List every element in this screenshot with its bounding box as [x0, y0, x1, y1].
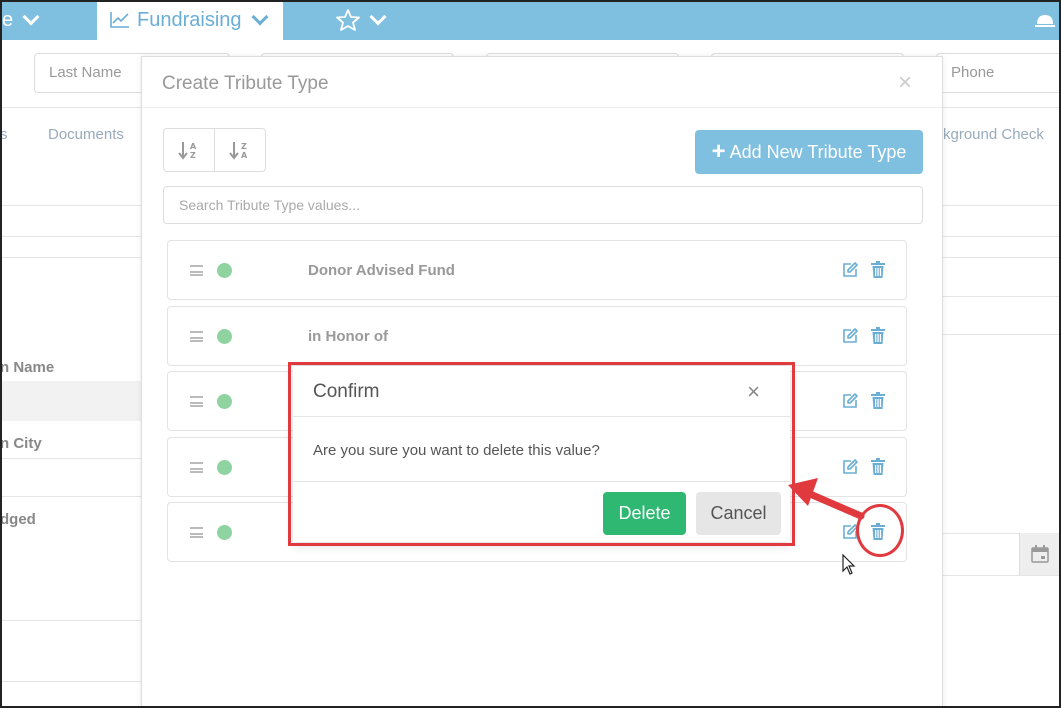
close-icon[interactable]: ×: [898, 69, 912, 97]
sort-alpha-desc-icon: Z A: [229, 142, 248, 160]
phone-placeholder: Phone: [951, 64, 995, 81]
tab-documents[interactable]: Documents: [48, 126, 124, 143]
tab-fragment-left[interactable]: s: [0, 126, 8, 143]
modal-title: Create Tribute Type: [162, 73, 329, 94]
trash-icon[interactable]: [871, 327, 885, 344]
chart-line-icon: [110, 12, 129, 28]
svg-text:A: A: [241, 151, 248, 160]
divider: [0, 458, 141, 459]
service-bell-icon: [1035, 15, 1055, 27]
nav-item-fundraising-label: Fundraising: [137, 8, 242, 31]
edit-icon[interactable]: [842, 459, 858, 475]
trash-icon[interactable]: [871, 261, 885, 278]
sort-button-group: A Z Z A: [163, 128, 266, 172]
status-dot: [217, 394, 232, 409]
sort-ascending-button[interactable]: A Z: [164, 129, 214, 171]
field-name[interactable]: [0, 381, 141, 421]
cancel-button[interactable]: Cancel: [696, 492, 781, 535]
edit-icon[interactable]: [842, 393, 858, 409]
confirm-footer-divider: [293, 481, 790, 482]
delete-button[interactable]: Delete: [603, 492, 686, 535]
drag-handle-icon[interactable]: [190, 396, 203, 407]
drag-handle-icon[interactable]: [190, 331, 203, 342]
trash-icon[interactable]: [871, 392, 885, 409]
confirm-dialog: Confirm × Are you sure you want to delet…: [293, 366, 790, 542]
trash-icon[interactable]: [871, 458, 885, 475]
status-dot: [217, 329, 232, 344]
date-picker-button[interactable]: [1019, 533, 1059, 575]
tribute-type-value: Donor Advised Fund: [308, 262, 455, 279]
divider: [940, 575, 1061, 576]
svg-text:Z: Z: [241, 142, 247, 151]
svg-text:Z: Z: [190, 151, 196, 160]
divider: [0, 681, 141, 682]
divider: [0, 620, 141, 621]
chevron-down-icon: [369, 8, 387, 26]
status-dot: [217, 263, 232, 278]
nav-item-favorites[interactable]: [336, 0, 394, 40]
label-name: n Name: [0, 359, 55, 376]
svg-text:A: A: [190, 142, 197, 151]
label-pledged: dged: [0, 511, 36, 528]
nav-item-notifications[interactable]: [1035, 0, 1055, 40]
drag-handle-icon[interactable]: [190, 527, 203, 538]
edit-icon[interactable]: [842, 328, 858, 344]
chevron-down-icon: [251, 8, 269, 26]
nav-item-fundraising[interactable]: Fundraising: [97, 0, 283, 40]
confirm-header-divider: [293, 416, 790, 417]
close-icon[interactable]: ×: [747, 379, 760, 405]
divider: [940, 296, 1061, 297]
last-name-placeholder: Last Name: [49, 64, 122, 81]
drag-handle-icon[interactable]: [190, 265, 203, 276]
sort-alpha-asc-icon: A Z: [178, 142, 197, 160]
drag-handle-icon[interactable]: [190, 462, 203, 473]
modal-header-divider: [142, 107, 942, 108]
add-new-tribute-type-button[interactable]: + Add New Tribute Type: [695, 130, 923, 174]
tribute-type-row: Donor Advised Fund: [167, 240, 907, 300]
tribute-type-row: in Honor of: [167, 306, 907, 366]
status-dot: [217, 525, 232, 540]
confirm-title: Confirm: [313, 381, 380, 402]
plus-icon: +: [711, 138, 726, 165]
divider: [940, 533, 1020, 534]
confirm-message: Are you sure you want to delete this val…: [313, 442, 600, 459]
top-nav-bar: e Fundraising: [0, 0, 1061, 40]
nav-item-previous-label: e: [2, 8, 14, 31]
nav-item-previous[interactable]: e: [2, 0, 47, 40]
tab-background-check[interactable]: kground Check: [943, 126, 1044, 143]
star-icon: [336, 9, 360, 31]
search-placeholder: Search Tribute Type values...: [179, 197, 361, 213]
edit-icon[interactable]: [842, 262, 858, 278]
chevron-down-icon: [22, 8, 40, 26]
add-button-label: Add New Tribute Type: [729, 141, 907, 162]
trash-icon[interactable]: [871, 523, 885, 540]
edit-icon[interactable]: [842, 524, 858, 540]
divider: [0, 496, 141, 497]
sort-descending-button[interactable]: Z A: [214, 129, 265, 171]
search-input[interactable]: Search Tribute Type values...: [163, 186, 923, 224]
calendar-icon: [1030, 545, 1049, 563]
mouse-cursor-icon: [842, 554, 856, 575]
divider: [940, 334, 1061, 335]
label-city: n City: [0, 435, 42, 452]
status-dot: [217, 460, 232, 475]
tribute-type-value: in Honor of: [308, 328, 388, 345]
phone-input[interactable]: Phone: [936, 53, 1061, 93]
